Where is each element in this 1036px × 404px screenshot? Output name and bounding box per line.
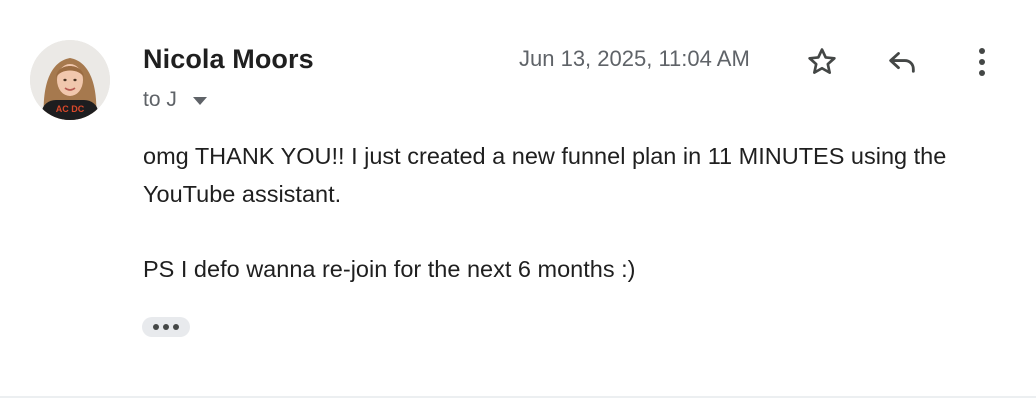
ellipsis-icon bbox=[173, 324, 179, 330]
more-vertical-icon bbox=[979, 48, 985, 76]
message-body: omg THANK YOU!! I just created a new fun… bbox=[143, 138, 1013, 288]
body-paragraph: PS I defo wanna re-join for the next 6 m… bbox=[143, 255, 636, 282]
more-options-button[interactable] bbox=[960, 40, 1004, 84]
avatar-photo: AC DC bbox=[30, 40, 110, 120]
svg-text:AC DC: AC DC bbox=[56, 104, 85, 114]
recipient-toggle[interactable]: to J bbox=[143, 88, 207, 112]
ellipsis-icon bbox=[153, 324, 159, 330]
divider bbox=[0, 396, 1036, 398]
email-message: AC DC Nicola Moors to J Jun 13, 2025, 11… bbox=[0, 0, 1036, 404]
sender-avatar[interactable]: AC DC bbox=[30, 40, 110, 120]
reply-button[interactable] bbox=[880, 40, 924, 84]
reply-arrow-icon bbox=[889, 52, 915, 73]
ellipsis-icon bbox=[163, 324, 169, 330]
message-date: Jun 13, 2025, 11:04 AM bbox=[519, 46, 750, 71]
caret-down-icon[interactable] bbox=[192, 97, 207, 105]
star-outline-icon bbox=[808, 48, 836, 74]
sender-name[interactable]: Nicola Moors bbox=[143, 44, 314, 75]
recipient-label: to J bbox=[143, 88, 177, 111]
star-button[interactable] bbox=[800, 40, 844, 84]
body-paragraph: omg THANK YOU!! I just created a new fun… bbox=[143, 143, 947, 207]
show-trimmed-content-button[interactable] bbox=[142, 317, 190, 337]
